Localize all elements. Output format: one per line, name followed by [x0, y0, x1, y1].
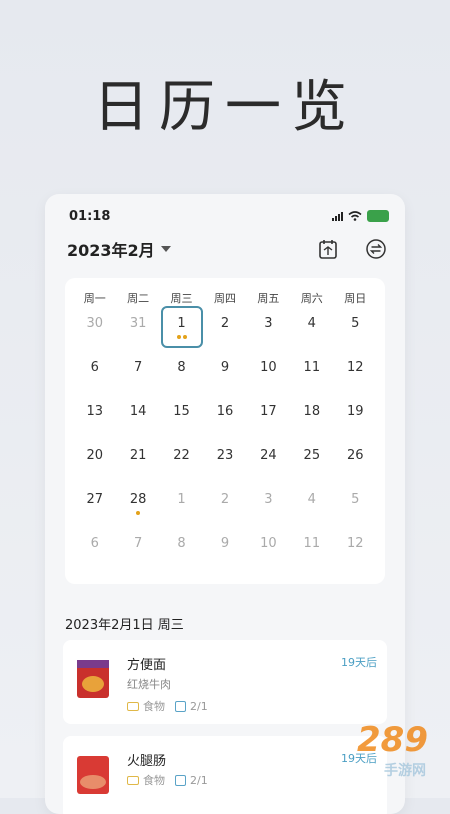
day-cell[interactable]: 2: [203, 308, 246, 352]
week-row: 13 14 15 16 17 18 19: [73, 396, 377, 440]
event-dots: [176, 335, 187, 339]
status-time: 01:18: [69, 208, 111, 224]
day-cell[interactable]: 2: [203, 484, 246, 528]
day-number: 28: [129, 492, 147, 507]
day-cell[interactable]: 21: [116, 440, 159, 484]
day-cell[interactable]: 5: [334, 308, 377, 352]
switch-view-button[interactable]: [365, 238, 387, 260]
day-cell[interactable]: 14: [116, 396, 159, 440]
item-category: 食物: [143, 700, 165, 713]
today-button[interactable]: [317, 238, 339, 260]
day-cell[interactable]: 7: [116, 352, 159, 396]
status-bar: 01:18: [69, 206, 389, 226]
day-number: 1: [177, 316, 186, 331]
day-cell-selected[interactable]: 1: [160, 306, 203, 352]
item-days-left: 19天后: [341, 656, 377, 669]
day-cell[interactable]: 23: [203, 440, 246, 484]
watermark-text: 289: [357, 720, 428, 760]
item-meta: 食物 2/1: [127, 698, 208, 714]
day-cell-with-event[interactable]: 28: [116, 484, 159, 528]
weekday-label: 周日: [344, 292, 367, 305]
calendar-header: 2023年2月: [67, 234, 387, 264]
day-cell[interactable]: 11: [290, 528, 333, 572]
signal-icon: [332, 211, 343, 221]
weekday-row: 周一 周二 周三 周四 周五 周六 周日: [65, 278, 385, 306]
day-cell[interactable]: 8: [160, 352, 203, 396]
event-dots: [136, 511, 141, 515]
day-cell[interactable]: 6: [73, 528, 116, 572]
swap-icon: [366, 239, 386, 259]
day-cell[interactable]: 15: [160, 396, 203, 440]
week-row: 27 28 1 2 3 4 5: [73, 484, 377, 528]
month-selector[interactable]: 2023年2月: [67, 237, 171, 261]
day-cell[interactable]: 4: [290, 308, 333, 352]
caret-down-icon: [160, 246, 171, 252]
day-cell[interactable]: 26: [334, 440, 377, 484]
day-cell[interactable]: 20: [73, 440, 116, 484]
today-icon: [319, 240, 337, 259]
day-cell[interactable]: 12: [334, 352, 377, 396]
week-row: 6 7 8 9 10 11 12: [73, 528, 377, 572]
day-cell[interactable]: 24: [247, 440, 290, 484]
day-cell[interactable]: 10: [247, 352, 290, 396]
sausage-pack-image: [77, 756, 109, 794]
calendar-icon: [175, 774, 186, 786]
day-cell[interactable]: 17: [247, 396, 290, 440]
watermark-logo: 289 手游网: [357, 720, 428, 779]
day-cell[interactable]: 25: [290, 440, 333, 484]
weekday-label: 周一: [83, 292, 106, 305]
week-row: 30 31 1 2 3 4 5: [73, 306, 377, 352]
day-cell[interactable]: 16: [203, 396, 246, 440]
day-cell[interactable]: 6: [73, 352, 116, 396]
day-cell[interactable]: 5: [334, 484, 377, 528]
day-cell[interactable]: 1: [160, 484, 203, 528]
day-cell[interactable]: 8: [160, 528, 203, 572]
item-category: 食物: [143, 774, 165, 787]
item-name: 火腿肠: [127, 754, 167, 769]
selected-date-title: 2023年2月1日 周三: [65, 618, 184, 633]
day-cell[interactable]: 30: [73, 308, 116, 352]
day-cell[interactable]: 19: [334, 396, 377, 440]
list-item[interactable]: 火腿肠 食物 2/1 19天后: [63, 736, 387, 814]
weekday-label: 周二: [127, 292, 150, 305]
folder-icon: [127, 701, 139, 711]
weekday-label: 周三: [170, 292, 193, 305]
hero-title: 日历一览: [93, 75, 357, 140]
watermark-site: 手游网: [384, 763, 426, 779]
day-cell[interactable]: 7: [116, 528, 159, 572]
item-date: 2/1: [190, 699, 208, 713]
weekday-label: 周六: [300, 292, 323, 305]
noodle-cup-image: [77, 660, 109, 698]
weekday-label: 周四: [213, 292, 236, 305]
week-row: 20 21 22 23 24 25 26: [73, 440, 377, 484]
item-name: 方便面: [127, 658, 167, 673]
item-subtitle: 红烧牛肉: [127, 678, 171, 691]
day-cell[interactable]: 4: [290, 484, 333, 528]
day-cell[interactable]: 13: [73, 396, 116, 440]
day-cell[interactable]: 11: [290, 352, 333, 396]
item-date: 2/1: [190, 773, 208, 787]
phone-screen: 01:18 2023年2月 周一 周二 周三 周四 周五 周六 周日 30 31…: [45, 194, 405, 814]
day-cell[interactable]: 9: [203, 528, 246, 572]
weekday-label: 周五: [257, 292, 280, 305]
calendar-grid: 周一 周二 周三 周四 周五 周六 周日 30 31 1 2 3 4 5 6 7…: [65, 278, 385, 584]
day-cell[interactable]: 27: [73, 484, 116, 528]
day-cell[interactable]: 10: [247, 528, 290, 572]
day-cell[interactable]: 22: [160, 440, 203, 484]
month-label: 2023年2月: [67, 241, 155, 260]
day-cell[interactable]: 3: [247, 484, 290, 528]
day-cell[interactable]: 3: [247, 308, 290, 352]
list-item[interactable]: 方便面 红烧牛肉 食物 2/1 19天后: [63, 640, 387, 724]
battery-icon: [367, 210, 389, 222]
status-icons: [332, 210, 389, 222]
week-row: 6 7 8 9 10 11 12: [73, 352, 377, 396]
day-cell[interactable]: 12: [334, 528, 377, 572]
folder-icon: [127, 775, 139, 785]
wifi-icon: [348, 211, 362, 221]
day-cell[interactable]: 9: [203, 352, 246, 396]
day-cell[interactable]: 31: [116, 308, 159, 352]
item-meta: 食物 2/1: [127, 772, 208, 788]
day-cell[interactable]: 18: [290, 396, 333, 440]
calendar-icon: [175, 700, 186, 712]
